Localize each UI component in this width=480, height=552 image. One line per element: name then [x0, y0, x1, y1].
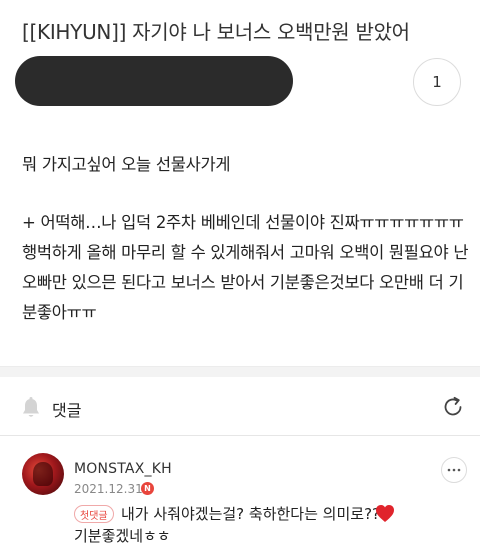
comment-text-line-2: 기분좋겠네ㅎㅎ — [74, 527, 171, 545]
comments-label: 댓글 — [52, 401, 82, 420]
comment-count: 1 — [432, 73, 442, 91]
refresh-icon[interactable] — [441, 395, 465, 419]
redacted-author-bar — [15, 56, 293, 106]
first-comment-tag: 첫댓글 — [74, 505, 114, 523]
comment-item: MONSTAX_KH 2021.12.31 N 첫댓글 내가 사줘야겠는걸? 축… — [0, 440, 480, 552]
post-title: [[KIHYUN]] 자기야 나 보너스 오백만원 받았어 — [22, 20, 410, 44]
heart-icon — [375, 504, 395, 523]
comment-text-line-1: 내가 사줘야겠는걸? 축하한다는 의미로?? — [121, 505, 380, 523]
comments-header: 댓글 — [0, 378, 480, 436]
post-body-line-1: 뭐 가지고싶어 오늘 선물사가게 — [22, 155, 231, 174]
new-badge: N — [141, 482, 154, 495]
comment-username[interactable]: MONSTAX_KH — [74, 461, 172, 477]
avatar[interactable] — [22, 453, 64, 495]
comment-count-badge[interactable]: 1 — [413, 58, 461, 106]
section-divider — [0, 366, 480, 377]
more-icon — [447, 468, 461, 472]
bell-icon[interactable] — [20, 396, 42, 420]
comment-date: 2021.12.31 — [74, 482, 143, 496]
more-options-button[interactable] — [441, 457, 467, 483]
post-body: 뭐 가지고싶어 오늘 선물사가게 + 어떡해…나 입덕 2주차 베베인데 선물이… — [22, 150, 472, 328]
post-body-line-2: + 어떡해…나 입덕 2주차 베베인데 선물이야 진짜ㅠㅠㅠㅠㅠㅠㅠ행벅하게 올… — [22, 213, 469, 322]
